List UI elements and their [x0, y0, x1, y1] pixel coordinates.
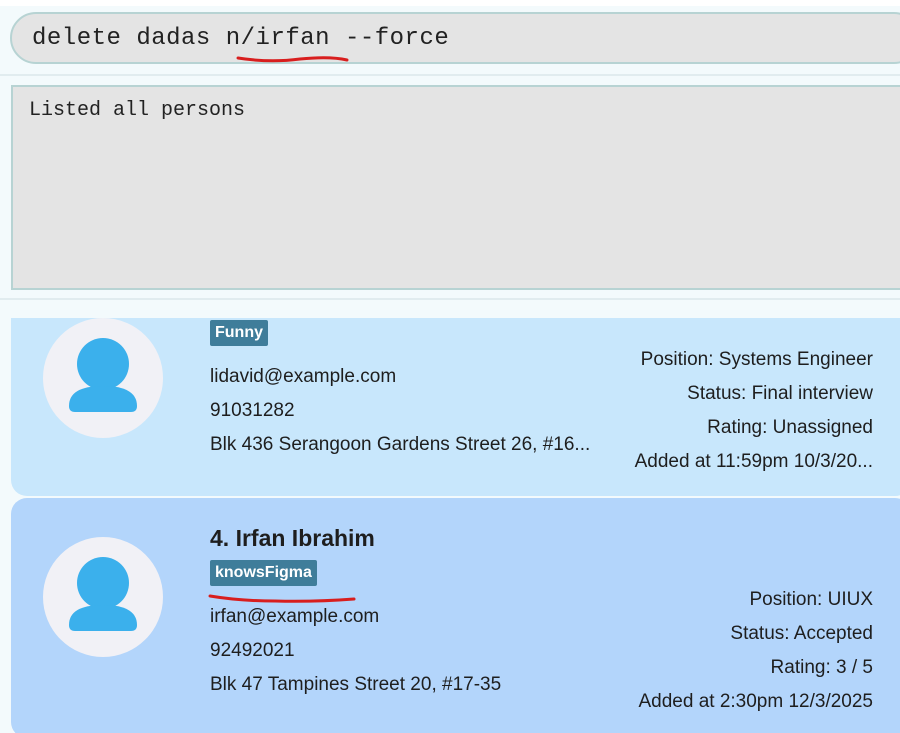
person-card[interactable]: Funny lidavid@example.com 91031282 Blk 4… — [11, 318, 900, 496]
person-avatar-icon — [43, 537, 163, 657]
person-phone: 92492021 — [210, 640, 295, 661]
person-email: lidavid@example.com — [210, 366, 397, 387]
person-position: Position: Systems Engineer — [640, 349, 873, 370]
person-added-time: Added at 2:30pm 12/3/2025 — [638, 691, 873, 712]
person-card[interactable]: 4. Irfan Ibrahim knowsFigma irfan@exampl… — [11, 498, 900, 733]
person-address: Blk 47 Tampines Street 20, #17-35 — [210, 674, 502, 695]
person-status: Status: Accepted — [730, 623, 873, 644]
person-added-time: Added at 11:59pm 10/3/20... — [634, 451, 873, 472]
person-address: Blk 436 Serangoon Gardens Street 26, #16… — [210, 434, 591, 455]
result-display: Listed all persons — [11, 85, 900, 290]
person-rating: Rating: 3 / 5 — [770, 657, 873, 678]
person-list[interactable]: Funny lidavid@example.com 91031282 Blk 4… — [0, 318, 900, 733]
person-status: Status: Final interview — [687, 383, 873, 404]
person-avatar-icon — [43, 318, 163, 438]
person-position: Position: UIUX — [749, 589, 873, 610]
person-email: irfan@example.com — [210, 606, 380, 627]
person-name: 4. Irfan Ibrahim — [210, 525, 375, 551]
person-phone: 91031282 — [210, 400, 295, 421]
result-text: Listed all persons — [29, 99, 246, 122]
tag-badge: knowsFigma — [210, 560, 317, 586]
divider — [0, 74, 900, 76]
command-box[interactable]: delete dadas n/irfan --force — [10, 12, 900, 64]
divider — [0, 298, 900, 300]
command-input[interactable]: delete dadas n/irfan --force — [32, 25, 449, 52]
person-rating: Rating: Unassigned — [707, 417, 873, 438]
window-top-strip — [0, 0, 900, 6]
tag-badge: Funny — [210, 320, 268, 346]
